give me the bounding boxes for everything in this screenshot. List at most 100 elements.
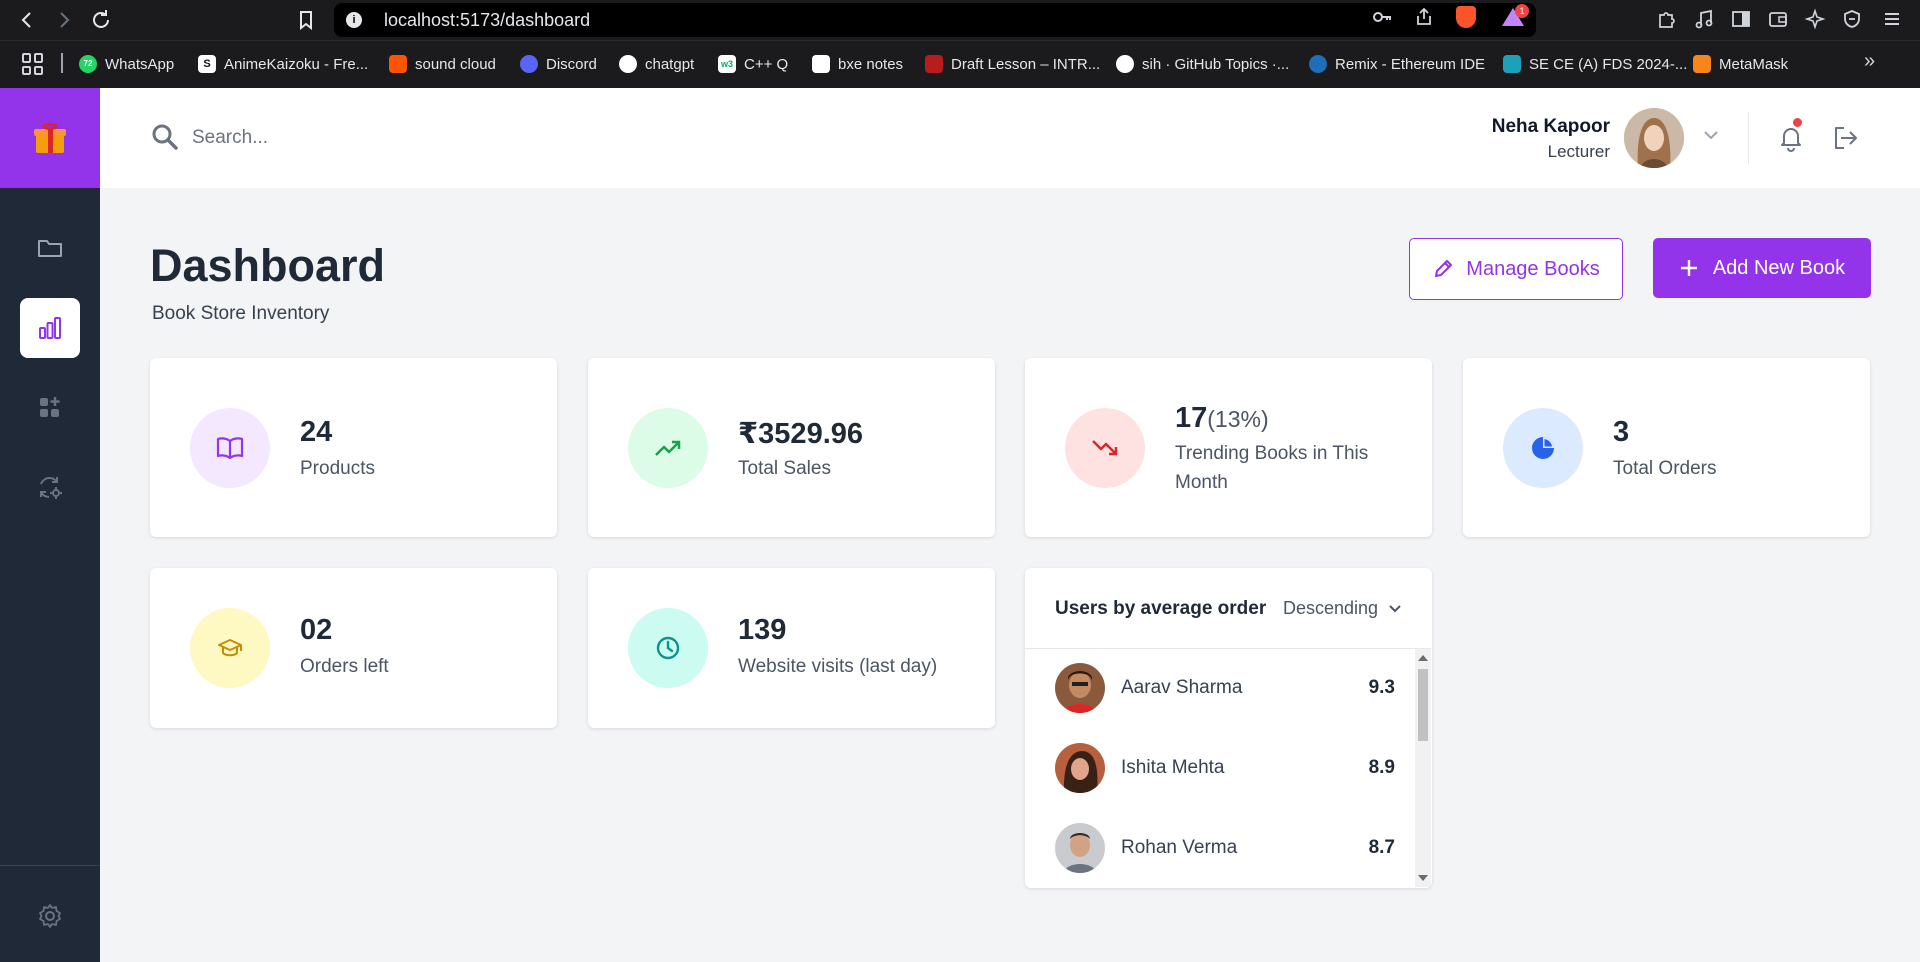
stat-value: 17(13%) bbox=[1175, 402, 1269, 434]
users-by-order-card: Users by average order Descending Aarav … bbox=[1025, 568, 1432, 888]
reload-button[interactable] bbox=[89, 8, 113, 32]
stat-label: Website visits (last day) bbox=[738, 656, 938, 677]
sidebar-item-folder[interactable] bbox=[20, 218, 80, 278]
apps-grid-icon[interactable] bbox=[22, 53, 44, 75]
sidebar-item-dashboard[interactable] bbox=[20, 298, 80, 358]
sidebar-item-settings[interactable] bbox=[20, 886, 80, 946]
bookmark-github[interactable]: sih · GitHub Topics ·... bbox=[1116, 52, 1289, 76]
remix-icon bbox=[1309, 55, 1327, 73]
pencil-icon bbox=[1435, 260, 1453, 277]
scroll-up-arrow-icon[interactable] bbox=[1418, 655, 1428, 661]
classroom-icon bbox=[1503, 55, 1521, 73]
bookmark-button[interactable] bbox=[294, 8, 318, 32]
search-input[interactable] bbox=[192, 118, 592, 158]
user-row-name: Aarav Sharma bbox=[1121, 677, 1243, 698]
avatar[interactable] bbox=[1624, 108, 1684, 168]
stat-label: Trending Books in This Month bbox=[1175, 443, 1369, 493]
app-logo[interactable] bbox=[0, 88, 100, 188]
whatsapp-icon: 72 bbox=[79, 55, 97, 73]
stat-value: 24 bbox=[300, 416, 333, 448]
back-button[interactable] bbox=[15, 8, 39, 32]
stat-value: 139 bbox=[738, 614, 787, 646]
plus-icon bbox=[1680, 260, 1697, 276]
sidebar-item-widgets[interactable] bbox=[20, 378, 80, 438]
bookmark-bxe-notes[interactable]: bxe notes bbox=[812, 52, 903, 76]
sort-dropdown[interactable]: Descending bbox=[1283, 598, 1402, 619]
users-by-order-title: Users by average order bbox=[1055, 598, 1267, 619]
chatgpt-icon bbox=[619, 55, 637, 73]
vpn-shield-icon[interactable] bbox=[1840, 8, 1864, 32]
scrollbar-thumb[interactable] bbox=[1418, 669, 1428, 741]
users-list[interactable]: Aarav Sharma 9.3 Ishita Mehta 8.9 Rohan … bbox=[1025, 649, 1415, 887]
animekaizoku-icon: S bbox=[198, 55, 216, 73]
share-icon[interactable] bbox=[1414, 7, 1434, 27]
list-item[interactable]: Ishita Mehta 8.9 bbox=[1055, 743, 1395, 793]
menu-icon[interactable] bbox=[1880, 8, 1904, 32]
bookmark-metamask[interactable]: MetaMask bbox=[1693, 52, 1788, 76]
user-row-name: Ishita Mehta bbox=[1121, 757, 1225, 778]
wallet-icon[interactable] bbox=[1766, 8, 1790, 32]
scrollbar[interactable] bbox=[1415, 649, 1431, 887]
avatar bbox=[1055, 663, 1105, 713]
brave-shields-icon[interactable] bbox=[1456, 6, 1476, 28]
metamask-icon bbox=[1693, 55, 1711, 73]
sync-settings-icon bbox=[40, 477, 62, 499]
manage-books-button[interactable]: Manage Books bbox=[1409, 238, 1623, 300]
bar-chart-icon bbox=[39, 317, 61, 339]
address-bar[interactable]: i localhost:5173/dashboard bbox=[334, 3, 1536, 37]
stat-percent: (13%) bbox=[1207, 406, 1269, 432]
sidebar bbox=[0, 88, 100, 962]
manage-books-label: Manage Books bbox=[1466, 257, 1600, 280]
url-text[interactable]: localhost:5173/dashboard bbox=[384, 10, 590, 31]
soundcloud-icon bbox=[389, 55, 407, 73]
widgets-icon bbox=[40, 397, 60, 417]
github-icon bbox=[1116, 55, 1134, 73]
page-title: Dashboard bbox=[150, 240, 386, 291]
sidebar-toggle-icon[interactable] bbox=[1729, 8, 1753, 32]
list-item[interactable]: Rohan Verma 8.7 bbox=[1055, 823, 1395, 873]
trending-up-icon bbox=[628, 408, 708, 488]
leo-ai-icon[interactable] bbox=[1803, 8, 1827, 32]
bookmark-animekaizoku[interactable]: S AnimeKaizoku - Fre... bbox=[198, 52, 368, 76]
bookmark-draft-lesson[interactable]: Draft Lesson – INTR... bbox=[925, 52, 1100, 76]
user-row-score: 9.3 bbox=[1368, 677, 1395, 698]
list-item[interactable]: Aarav Sharma 9.3 bbox=[1055, 663, 1395, 713]
music-icon[interactable] bbox=[1692, 8, 1716, 32]
bookmark-classroom[interactable]: SE CE (A) FDS 2024-... bbox=[1503, 52, 1687, 76]
folder-icon bbox=[38, 240, 62, 257]
forward-button[interactable] bbox=[52, 8, 76, 32]
bookmark-cpp-q[interactable]: w3 C++ Q bbox=[718, 52, 788, 76]
trending-down-icon bbox=[1065, 408, 1145, 488]
stat-label: Total Sales bbox=[738, 458, 831, 479]
bookmark-chatgpt[interactable]: chatgpt bbox=[619, 52, 694, 76]
stat-card-total-sales: ₹3529.96 Total Sales bbox=[588, 358, 995, 537]
chevron-down-icon[interactable] bbox=[1700, 124, 1722, 146]
bookmark-discord[interactable]: Discord bbox=[520, 52, 597, 76]
bookmark-whatsapp[interactable]: 72 WhatsApp bbox=[79, 52, 174, 76]
header-divider bbox=[1748, 112, 1749, 164]
stat-value: ₹3529.96 bbox=[738, 418, 864, 450]
stat-card-trending-books: 17(13%) Trending Books in This Month bbox=[1025, 358, 1432, 537]
sidebar-item-sync-settings[interactable] bbox=[20, 458, 80, 518]
stat-label: Products bbox=[300, 458, 375, 479]
discord-icon bbox=[520, 55, 538, 73]
scroll-down-arrow-icon[interactable] bbox=[1418, 875, 1428, 881]
site-info-icon[interactable]: i bbox=[346, 12, 362, 28]
bell-icon[interactable] bbox=[1776, 122, 1806, 152]
clock-icon bbox=[628, 608, 708, 688]
search-icon bbox=[152, 124, 178, 150]
avatar bbox=[1055, 743, 1105, 793]
bookmarks-overflow-icon[interactable]: » bbox=[1864, 50, 1875, 73]
notes-icon bbox=[812, 55, 830, 73]
add-new-book-button[interactable]: Add New Book bbox=[1653, 238, 1871, 298]
stat-card-website-visits: 139 Website visits (last day) bbox=[588, 568, 995, 728]
logout-icon[interactable] bbox=[1830, 124, 1860, 152]
notification-dot bbox=[1793, 118, 1802, 127]
bookmark-soundcloud[interactable]: sound cloud bbox=[389, 52, 496, 76]
stat-label: Orders left bbox=[300, 656, 389, 677]
key-icon[interactable] bbox=[1372, 7, 1392, 27]
avatar bbox=[1055, 823, 1105, 873]
user-row-score: 8.9 bbox=[1368, 757, 1395, 778]
extensions-icon[interactable] bbox=[1655, 8, 1679, 32]
bookmark-remix[interactable]: Remix - Ethereum IDE bbox=[1309, 52, 1485, 76]
